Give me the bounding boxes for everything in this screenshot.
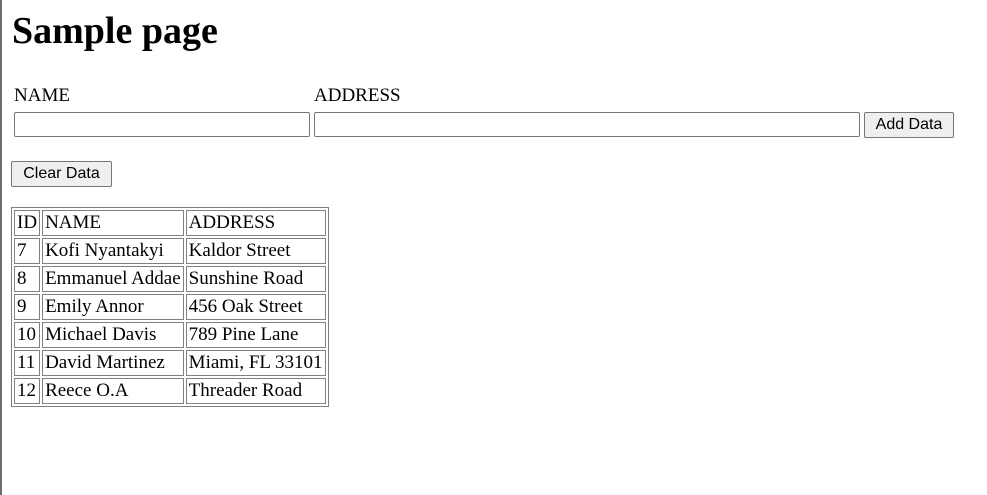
address-input[interactable] [314,112,860,137]
name-input[interactable] [14,112,310,137]
page: Sample page NAME ADDRESS Add Data Clear … [0,0,987,495]
cell-id: 8 [14,266,41,292]
table-row: 11 David Martinez Miami, FL 33101 [14,350,326,376]
cell-name: Reece O.A [42,378,184,404]
cell-name: Michael Davis [42,322,184,348]
cell-id: 9 [14,294,41,320]
cell-id: 7 [14,238,41,264]
cell-name: Emmanuel Addae [42,266,184,292]
data-table: ID NAME ADDRESS 7 Kofi Nyantakyi Kaldor … [11,207,329,407]
table-row: 9 Emily Annor 456 Oak Street [14,294,326,320]
cell-address: Kaldor Street [185,238,326,264]
cell-name: Emily Annor [42,294,184,320]
name-label: NAME [14,85,70,106]
cell-address: 456 Oak Street [185,294,326,320]
cell-id: 11 [14,350,41,376]
table-header-row: ID NAME ADDRESS [14,210,326,236]
address-label: ADDRESS [314,85,401,106]
page-title: Sample page [12,10,218,52]
header-id: ID [14,210,41,236]
cell-id: 12 [14,378,41,404]
cell-address: Threader Road [185,378,326,404]
header-name: NAME [42,210,184,236]
clear-data-button[interactable]: Clear Data [11,161,112,187]
table-row: 12 Reece O.A Threader Road [14,378,326,404]
table-row: 7 Kofi Nyantakyi Kaldor Street [14,238,326,264]
cell-address: 789 Pine Lane [185,322,326,348]
table-row: 8 Emmanuel Addae Sunshine Road [14,266,326,292]
add-data-button[interactable]: Add Data [864,112,954,138]
cell-id: 10 [14,322,41,348]
cell-name: Kofi Nyantakyi [42,238,184,264]
table-row: 10 Michael Davis 789 Pine Lane [14,322,326,348]
cell-address: Miami, FL 33101 [185,350,326,376]
cell-name: David Martinez [42,350,184,376]
cell-address: Sunshine Road [185,266,326,292]
header-address: ADDRESS [185,210,326,236]
